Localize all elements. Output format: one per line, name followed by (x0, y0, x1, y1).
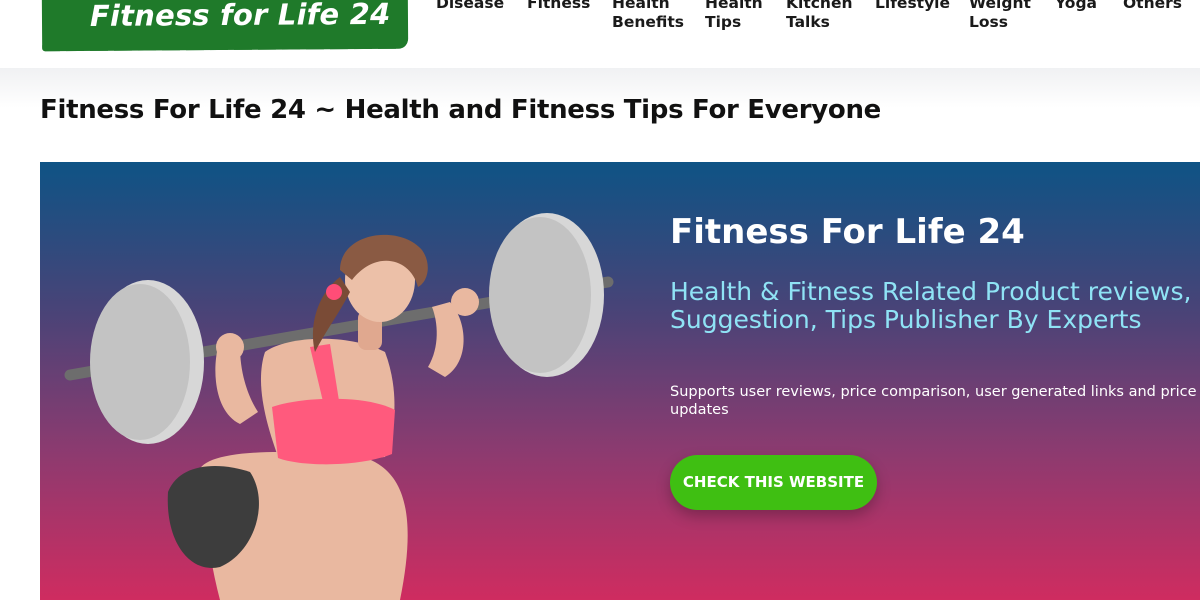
nav-item-label: Health (612, 0, 670, 12)
nav-item-label: Others (1123, 0, 1183, 12)
nav-item-kitchen-talks[interactable]: Kitchen Talks (786, 0, 853, 32)
site-header: Fitness for Life 24 Disease Fitness Heal… (0, 0, 1200, 68)
nav-item-others[interactable]: Others (1123, 0, 1182, 13)
nav-item-label: Benefits (612, 13, 684, 31)
page-title: Fitness For Life 24 ~ Health and Fitness… (40, 95, 881, 125)
nav-item-label: Kitchen (786, 0, 853, 12)
nav-item-label: Fitness (527, 0, 591, 12)
nav-item-label: Disease (436, 0, 505, 12)
nav-item-label: Tips (705, 13, 742, 31)
hero-title: Fitness For Life 24 (670, 212, 1025, 252)
logo-text: Fitness for Life 24 (89, 0, 391, 33)
hero-description: Supports user reviews, price comparison,… (670, 384, 1197, 418)
nav-item-label: Lifestyle (875, 0, 951, 12)
woman-barbell-squat-illustration (64, 213, 614, 600)
hero-subtitle: Health & Fitness Related Product reviews… (670, 277, 1192, 334)
hero-banner: Fitness For Life 24 Health & Fitness Rel… (40, 162, 1200, 600)
nav-item-disease[interactable]: Disease (436, 0, 504, 13)
check-website-button[interactable]: CHECK THIS WEBSITE (670, 455, 877, 510)
nav-item-health-benefits[interactable]: Health Benefits (612, 0, 684, 32)
nav-item-fitness[interactable]: Fitness (527, 0, 590, 13)
nav-item-label: Health (705, 0, 763, 12)
nav-item-label: Weight (969, 0, 1031, 12)
nav-item-health-tips[interactable]: Health Tips (705, 0, 763, 32)
nav-item-label: Loss (969, 13, 1008, 31)
nav-item-label: Yoga (1055, 0, 1098, 12)
nav-item-label: Talks (786, 13, 830, 31)
nav-item-lifestyle[interactable]: Lifestyle (875, 0, 950, 13)
site-logo[interactable]: Fitness for Life 24 (41, 0, 409, 52)
nav-item-yoga[interactable]: Yoga (1055, 0, 1097, 13)
nav-item-weight-loss[interactable]: Weight Loss (969, 0, 1031, 32)
